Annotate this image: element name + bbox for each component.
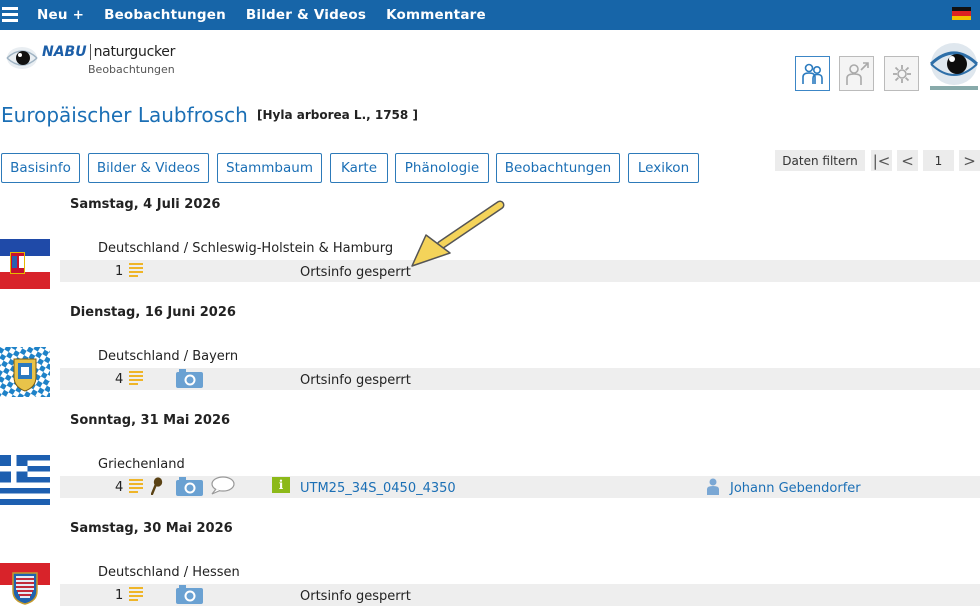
- first-page-button[interactable]: |<: [871, 150, 892, 171]
- tab-phenology[interactable]: Phänologie: [395, 153, 489, 183]
- community-button[interactable]: [795, 56, 830, 91]
- speech-bubble-icon[interactable]: [210, 476, 235, 495]
- observation-location: Deutschland / Schleswig-Holstein & Hambu…: [98, 241, 394, 256]
- observation-location: Deutschland / Hessen: [98, 565, 240, 580]
- nav-item-images-videos[interactable]: Bilder & Videos: [246, 7, 366, 23]
- observation-place: Ortsinfo gesperrt: [300, 589, 411, 604]
- species-latin-name: [Hyla arborea L., 1758 ]: [257, 108, 418, 122]
- camera-icon[interactable]: [176, 477, 203, 496]
- observation-place: Ortsinfo gesperrt: [300, 373, 411, 388]
- observation-place: Ortsinfo gesperrt: [300, 265, 411, 280]
- observation-date: Dienstag, 16 Juni 2026: [70, 305, 236, 320]
- greece-flag-icon: [0, 455, 50, 505]
- observation-date: Samstag, 4 Juli 2026: [70, 197, 221, 212]
- tab-observations[interactable]: Beobachtungen: [496, 153, 620, 183]
- eye-logo-icon: [6, 47, 38, 69]
- bavaria-flag-icon: [0, 347, 50, 397]
- top-navigation-bar: Neu + Beobachtungen Bilder & Videos Komm…: [0, 0, 980, 30]
- logo-subtitle: Beobachtungen: [88, 63, 175, 76]
- two-persons-icon: [801, 63, 823, 84]
- top-nav-menu: Neu + Beobachtungen Bilder & Videos Komm…: [37, 0, 486, 30]
- logo-product: naturgucker: [93, 44, 176, 60]
- utm-location-link[interactable]: UTM25_34S_0450_4350: [300, 481, 456, 496]
- list-icon[interactable]: [129, 587, 143, 601]
- page-number: 1: [923, 150, 954, 171]
- observation-location: Deutschland / Bayern: [98, 349, 239, 364]
- person-icon: [707, 478, 719, 495]
- observation-row: [60, 260, 980, 282]
- tab-family-tree[interactable]: Stammbaum: [217, 153, 322, 183]
- list-icon[interactable]: [129, 479, 143, 493]
- tab-basisinfo[interactable]: Basisinfo: [1, 153, 80, 183]
- filter-data-button[interactable]: Daten filtern: [775, 150, 865, 171]
- observation-count: 4: [115, 372, 124, 387]
- previous-page-button[interactable]: <: [897, 150, 918, 171]
- camera-icon[interactable]: [176, 369, 203, 388]
- observation-date: Samstag, 30 Mai 2026: [70, 521, 233, 536]
- tab-lexicon[interactable]: Lexikon: [628, 153, 699, 183]
- info-icon[interactable]: i: [272, 477, 290, 493]
- list-icon[interactable]: [129, 371, 143, 385]
- nav-item-observations[interactable]: Beobachtungen: [104, 7, 226, 23]
- camera-icon[interactable]: [176, 585, 203, 604]
- logo-brand: NABU: [42, 44, 87, 60]
- tab-images-videos[interactable]: Bilder & Videos: [88, 153, 209, 183]
- observation-count: 1: [115, 588, 124, 603]
- schleswig-holstein-hamburg-flag-icon: [0, 239, 50, 289]
- gear-icon: [892, 64, 911, 83]
- settings-button[interactable]: [884, 56, 919, 91]
- next-page-button[interactable]: >: [959, 150, 980, 171]
- observation-location: Griechenland: [98, 457, 185, 472]
- list-icon[interactable]: [129, 263, 143, 277]
- species-name: Europäischer Laubfrosch: [1, 103, 248, 127]
- site-logo[interactable]: NABU naturgucker Beobachtungen: [6, 42, 175, 76]
- person-arrow-icon: [845, 61, 869, 85]
- hamburger-icon[interactable]: [2, 7, 18, 23]
- hessen-flag-icon: [0, 563, 50, 607]
- observation-date: Sonntag, 31 Mai 2026: [70, 413, 231, 428]
- nav-item-new[interactable]: Neu +: [37, 7, 84, 23]
- naturgucker-eye-logo-icon[interactable]: [929, 40, 979, 92]
- tab-map[interactable]: Karte: [330, 153, 388, 183]
- login-button[interactable]: [839, 56, 874, 91]
- observation-count: 1: [115, 264, 124, 279]
- observer-name-link[interactable]: Johann Gebendorfer: [730, 481, 861, 496]
- german-flag-icon[interactable]: [952, 7, 971, 20]
- annotation-arrow-icon: [411, 200, 505, 267]
- magnifier-icon[interactable]: [151, 477, 163, 495]
- nav-item-comments[interactable]: Kommentare: [386, 7, 486, 23]
- observation-count: 4: [115, 480, 124, 495]
